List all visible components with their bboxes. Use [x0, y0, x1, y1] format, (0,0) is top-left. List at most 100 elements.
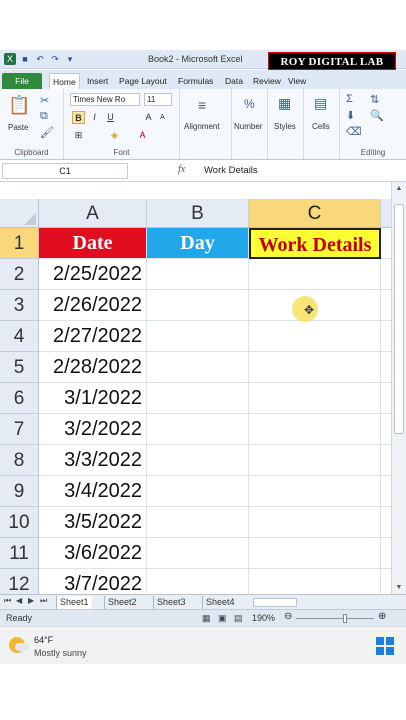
tab-insert[interactable]: Insert	[84, 73, 111, 89]
find-select-icon[interactable]: 🔍	[370, 109, 384, 122]
empty-cell[interactable]	[381, 445, 391, 476]
zoom-level[interactable]: 190%	[252, 613, 275, 623]
empty-cell[interactable]	[381, 259, 391, 290]
cells-group[interactable]: ▤ Cells	[304, 89, 340, 159]
styles-group[interactable]: ▦ Styles	[268, 89, 304, 159]
row-header[interactable]: 6	[0, 383, 39, 414]
fill-color-icon[interactable]: ◈	[108, 129, 121, 142]
format-painter-icon[interactable]: 🖌	[40, 126, 54, 139]
date-cell[interactable]: 2/27/2022	[39, 321, 147, 352]
tab-page-layout[interactable]: Page Layout	[116, 73, 170, 89]
sort-filter-icon[interactable]: ⇅	[370, 93, 379, 106]
empty-cell[interactable]	[381, 290, 391, 321]
autosum-icon[interactable]: Σ	[346, 93, 353, 105]
prev-sheet-icon[interactable]: ◀	[16, 596, 22, 605]
empty-cell[interactable]	[381, 383, 391, 414]
sheet-tab-1[interactable]: Sheet1	[56, 596, 92, 609]
scroll-up-icon[interactable]: ▲	[392, 182, 406, 195]
row-header[interactable]: 8	[0, 445, 39, 476]
row-header[interactable]: 12	[0, 569, 39, 594]
italic-button[interactable]: I	[88, 111, 101, 124]
empty-cell[interactable]	[249, 352, 381, 383]
empty-cell[interactable]	[381, 352, 391, 383]
tab-file[interactable]: File	[2, 73, 42, 89]
row-header[interactable]: 9	[0, 476, 39, 507]
zoom-slider-knob[interactable]	[343, 614, 347, 623]
paste-icon[interactable]: 📋	[8, 95, 30, 116]
empty-cell[interactable]	[249, 538, 381, 569]
tab-review[interactable]: Review	[250, 73, 284, 89]
empty-cell[interactable]	[147, 476, 249, 507]
sheet-tab-2[interactable]: Sheet2	[104, 596, 140, 609]
row-header[interactable]: 4	[0, 321, 39, 352]
date-cell[interactable]: 2/28/2022	[39, 352, 147, 383]
empty-cell[interactable]	[381, 476, 391, 507]
shrink-font-icon[interactable]: A	[156, 111, 169, 124]
normal-view-icon[interactable]: ▦	[202, 613, 211, 624]
worksheet-grid[interactable]: A B C 1 Date Day Work Details 2 2/25/2022 3 2/2…	[0, 199, 391, 594]
empty-cell[interactable]	[147, 414, 249, 445]
bold-button[interactable]: B	[72, 111, 85, 124]
borders-icon[interactable]: ⊞	[72, 129, 85, 142]
last-sheet-icon[interactable]: ⏭	[40, 596, 47, 606]
empty-cell[interactable]	[249, 383, 381, 414]
weather-condition[interactable]: Mostly sunny	[34, 648, 87, 658]
column-header-c[interactable]: C	[249, 199, 381, 228]
date-cell[interactable]: 3/5/2022	[39, 507, 147, 538]
select-all-button[interactable]	[0, 199, 39, 228]
grow-font-icon[interactable]: A	[142, 111, 155, 124]
date-cell[interactable]: 3/7/2022	[39, 569, 147, 594]
date-cell[interactable]: 3/3/2022	[39, 445, 147, 476]
tab-view[interactable]: View	[285, 73, 309, 89]
windows-start-icon[interactable]	[376, 637, 394, 655]
row-header[interactable]: 11	[0, 538, 39, 569]
empty-cell[interactable]	[249, 259, 381, 290]
formula-input[interactable]: Work Details	[204, 165, 258, 176]
empty-cell[interactable]	[147, 569, 249, 594]
empty-cell[interactable]	[147, 352, 249, 383]
empty-cell[interactable]	[147, 507, 249, 538]
empty-cell[interactable]	[381, 414, 391, 445]
font-name-box[interactable]: Times New Ro	[70, 93, 140, 106]
cut-icon[interactable]: ✂	[40, 94, 49, 107]
undo-icon[interactable]: ↶	[34, 53, 46, 65]
empty-cell[interactable]	[249, 414, 381, 445]
font-size-box[interactable]: 11	[144, 93, 172, 106]
empty-cell[interactable]	[249, 569, 381, 594]
date-cell[interactable]: 2/25/2022	[39, 259, 147, 290]
active-cell-c1[interactable]: Work Details	[249, 228, 381, 259]
zoom-slider-track[interactable]	[296, 618, 374, 619]
clear-icon[interactable]: ⌫	[346, 125, 362, 138]
tab-data[interactable]: Data	[222, 73, 246, 89]
save-icon[interactable]: ■	[19, 53, 31, 65]
sheet-tab-4[interactable]: Sheet4	[202, 596, 238, 609]
cell-b1[interactable]: Day	[147, 228, 249, 259]
empty-cell[interactable]	[147, 321, 249, 352]
row-header[interactable]: 2	[0, 259, 39, 290]
next-sheet-icon[interactable]: ▶	[28, 596, 34, 605]
date-cell[interactable]: 3/6/2022	[39, 538, 147, 569]
cell-a1[interactable]: Date	[39, 228, 147, 259]
scroll-down-icon[interactable]: ▼	[392, 581, 406, 594]
column-header-d-partial[interactable]	[381, 199, 391, 228]
empty-cell[interactable]	[381, 228, 391, 259]
empty-cell[interactable]	[147, 383, 249, 414]
underline-button[interactable]: U	[104, 111, 117, 124]
empty-cell[interactable]	[147, 290, 249, 321]
row-header[interactable]: 5	[0, 352, 39, 383]
column-header-a[interactable]: A	[39, 199, 147, 228]
empty-cell[interactable]	[249, 321, 381, 352]
horizontal-scroll-thumb[interactable]	[253, 598, 297, 607]
name-box[interactable]: C1	[2, 163, 128, 179]
empty-cell[interactable]	[381, 507, 391, 538]
weather-temperature[interactable]: 64°F	[34, 635, 53, 645]
tab-home[interactable]: Home	[49, 73, 80, 89]
empty-cell[interactable]	[147, 538, 249, 569]
sheet-tab-3[interactable]: Sheet3	[153, 596, 189, 609]
copy-icon[interactable]: ⧉	[40, 110, 48, 123]
redo-icon[interactable]: ↷	[49, 53, 61, 65]
row-header[interactable]: 7	[0, 414, 39, 445]
fill-icon[interactable]: ⬇	[346, 109, 355, 122]
page-break-view-icon[interactable]: ▤	[234, 613, 243, 624]
row-header[interactable]: 10	[0, 507, 39, 538]
